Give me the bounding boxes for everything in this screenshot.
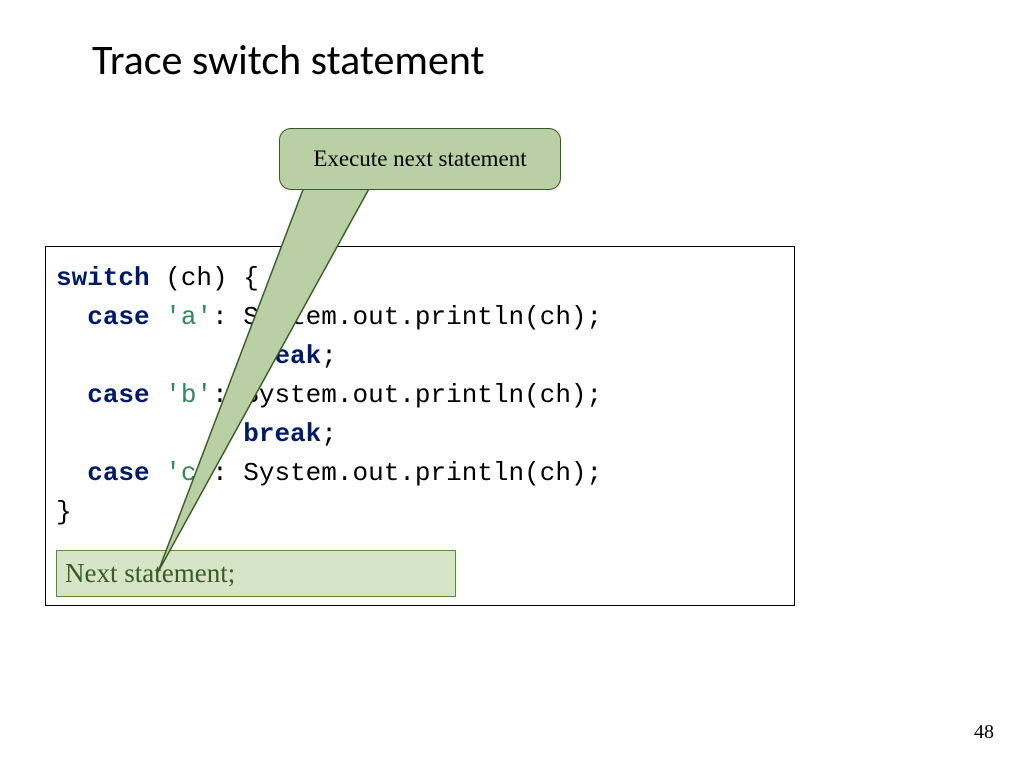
semicolon: ; (321, 341, 337, 371)
keyword-break: break (243, 341, 321, 371)
keyword-break: break (243, 419, 321, 449)
code-text: (ch) { (150, 263, 259, 293)
code-line-3: break; (56, 337, 784, 376)
highlight-row: Next statement; (56, 550, 784, 597)
literal-a: 'a' (165, 302, 212, 332)
literal-c: 'c' (165, 458, 212, 488)
page-number: 48 (974, 721, 994, 744)
callout-text: Execute next statement (313, 146, 526, 172)
code-line-7: } (56, 493, 784, 532)
keyword-case: case (87, 380, 149, 410)
code-text: : System.out.println(ch); (212, 458, 602, 488)
semicolon: ; (321, 419, 337, 449)
code-line-2: case 'a': System.out.println(ch); (56, 298, 784, 337)
keyword-case: case (87, 458, 149, 488)
highlighted-statement: Next statement; (56, 550, 456, 597)
callout-bubble: Execute next statement (279, 128, 561, 190)
code-block: switch (ch) { case 'a': System.out.print… (45, 246, 795, 606)
code-line-6: case 'c': System.out.println(ch); (56, 454, 784, 493)
code-line-5: break; (56, 415, 784, 454)
code-text: : System.out.println(ch); (212, 302, 602, 332)
code-line-1: switch (ch) { (56, 259, 784, 298)
spacer (56, 532, 784, 550)
code-line-4: case 'b': System.out.println(ch); (56, 376, 784, 415)
literal-b: 'b' (165, 380, 212, 410)
keyword-case: case (87, 302, 149, 332)
keyword-switch: switch (56, 263, 150, 293)
slide-title: Trace switch statement (92, 35, 485, 86)
code-text: : System.out.println(ch); (212, 380, 602, 410)
